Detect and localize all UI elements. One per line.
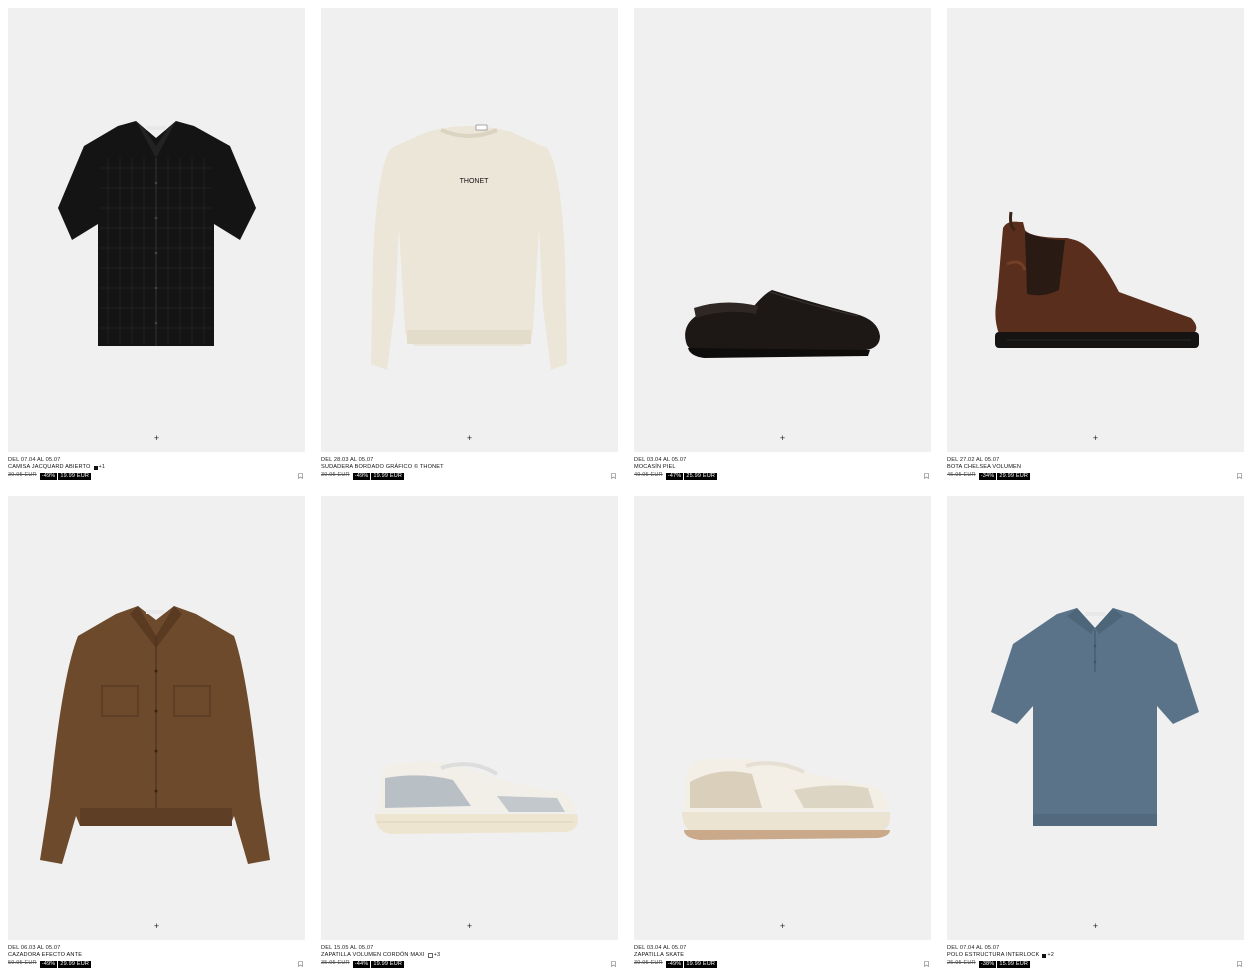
product-info: DEL 28.03 AL 05.07 SUDADERA BORDADO GRÁF…	[321, 457, 618, 480]
discount-badge: -49%	[39, 472, 58, 480]
add-to-cart-icon[interactable]: +	[151, 433, 162, 444]
cream-sweatshirt-image: THONET	[371, 124, 567, 370]
product-dates: DEL 03.04 AL 05.07	[634, 457, 687, 463]
add-to-cart-icon[interactable]: +	[777, 921, 788, 932]
product-info: DEL 27.02 AL 05.07 BOTA CHELSEA VOLUMEN …	[947, 457, 1244, 480]
bookmark-icon[interactable]	[611, 961, 616, 967]
product-image[interactable]: +	[8, 496, 305, 940]
sale-price: 25.99 EUR	[684, 472, 718, 480]
sale-price: 15.99 EUR	[997, 960, 1031, 968]
bookmark-icon[interactable]	[924, 473, 929, 479]
product-info: DEL 07.04 AL 05.07 CAMISA JACQUARD ABIER…	[8, 457, 305, 480]
product-image[interactable]: +	[947, 8, 1244, 452]
discount-badge: -38%	[978, 960, 997, 968]
brown-chelsea-boot-image	[995, 211, 1199, 348]
product-info: DEL 03.04 AL 05.07 ZAPATILLA SKATE 39.95…	[634, 945, 931, 968]
sale-price: 29.99 EUR	[58, 960, 92, 968]
more-colors-count[interactable]: +3	[434, 952, 441, 959]
product-card[interactable]: + DEL 07.04 AL 05.07 CAMISA JACQUARD ABI…	[8, 8, 305, 488]
product-name[interactable]: CAMISA JACQUARD ABIERTO	[8, 464, 91, 471]
add-to-cart-icon[interactable]: +	[777, 433, 788, 444]
color-swatch[interactable]	[427, 953, 433, 959]
product-image[interactable]: +	[321, 496, 618, 940]
add-to-cart-icon[interactable]: +	[1090, 921, 1101, 932]
product-info: DEL 15.05 AL 05.07 ZAPATILLA VOLUMEN COR…	[321, 945, 618, 968]
product-name[interactable]: ZAPATILLA VOLUMEN CORDÓN MAXI	[321, 952, 425, 959]
sale-price: 29.99 EUR	[997, 472, 1031, 480]
bookmark-icon[interactable]	[924, 961, 929, 967]
black-loafer-image	[685, 290, 880, 358]
add-to-cart-icon[interactable]: +	[151, 921, 162, 932]
product-card[interactable]: + DEL 27.02 AL 05.07 BOTA CHELSEA VOLUME…	[947, 8, 1244, 488]
product-card[interactable]: + DEL 06.03 AL 05.07 CAZADORA EFECTO ANT…	[8, 496, 305, 976]
discount-badge: -47%	[665, 472, 684, 480]
product-info: DEL 03.04 AL 05.07 MOCASÍN PIEL 49.95 EU…	[634, 457, 931, 480]
product-info: DEL 07.04 AL 05.07 POLO ESTRUCTURA INTER…	[947, 945, 1244, 968]
original-price: 39.95 EUR	[634, 960, 663, 967]
discount-badge: -49%	[39, 960, 58, 968]
product-card[interactable]: + DEL 07.04 AL 05.07 POLO ESTRUCTURA INT…	[947, 496, 1244, 976]
original-price: 39.95 EUR	[321, 472, 350, 479]
black-shirt-image	[58, 121, 256, 346]
discount-badge: -44%	[352, 960, 371, 968]
original-price: 39.95 EUR	[8, 472, 37, 479]
more-colors-count[interactable]: +1	[99, 464, 106, 471]
product-name[interactable]: BOTA CHELSEA VOLUMEN	[947, 464, 1021, 471]
original-price: 59.95 EUR	[8, 960, 37, 967]
original-price: 25.95 EUR	[947, 960, 976, 967]
sale-price: 19.99 EUR	[371, 472, 405, 480]
product-image[interactable]: +	[634, 8, 931, 452]
product-card[interactable]: THONET + DEL 28.03 AL 05.07 SUDADERA BOR…	[321, 8, 618, 488]
bookmark-icon[interactable]	[1237, 473, 1242, 479]
product-dates: DEL 03.04 AL 05.07	[634, 945, 687, 951]
product-dates: DEL 07.04 AL 05.07	[8, 457, 61, 463]
sale-price: 19.99 EUR	[371, 960, 405, 968]
product-name[interactable]: SUDADERA BORDADO GRÁFICO © THONET	[321, 464, 444, 471]
bookmark-icon[interactable]	[1237, 961, 1242, 967]
product-dates: DEL 07.04 AL 05.07	[947, 945, 1000, 951]
add-to-cart-icon[interactable]: +	[464, 433, 475, 444]
blue-polo-image	[991, 608, 1199, 826]
product-grid: + DEL 07.04 AL 05.07 CAMISA JACQUARD ABI…	[8, 8, 1244, 976]
bookmark-icon[interactable]	[611, 473, 616, 479]
product-image[interactable]: +	[947, 496, 1244, 940]
sale-price: 19.99 EUR	[58, 472, 92, 480]
discount-badge: -34%	[978, 472, 997, 480]
grey-sneaker-image	[375, 761, 578, 834]
discount-badge: -49%	[665, 960, 684, 968]
product-name[interactable]: ZAPATILLA SKATE	[634, 952, 684, 959]
original-price: 35.95 EUR	[321, 960, 350, 967]
beige-skate-sneaker-image	[682, 758, 891, 840]
product-name[interactable]: POLO ESTRUCTURA INTERLOCK	[947, 952, 1039, 959]
product-name[interactable]: MOCASÍN PIEL	[634, 464, 676, 471]
product-dates: DEL 27.02 AL 05.07	[947, 457, 1000, 463]
product-info: DEL 06.03 AL 05.07 CAZADORA EFECTO ANTE …	[8, 945, 305, 968]
product-card[interactable]: + DEL 15.05 AL 05.07 ZAPATILLA VOLUMEN C…	[321, 496, 618, 976]
discount-badge: -49%	[352, 472, 371, 480]
original-price: 45.95 EUR	[947, 472, 976, 479]
color-swatch[interactable]	[1042, 953, 1047, 958]
brown-suede-jacket-image	[40, 606, 270, 864]
product-image[interactable]: +	[8, 8, 305, 452]
sale-price: 19.99 EUR	[684, 960, 718, 968]
product-dates: DEL 06.03 AL 05.07	[8, 945, 61, 951]
product-card[interactable]: + DEL 03.04 AL 05.07 ZAPATILLA SKATE 39.…	[634, 496, 931, 976]
add-to-cart-icon[interactable]: +	[464, 921, 475, 932]
add-to-cart-icon[interactable]: +	[1090, 433, 1101, 444]
bookmark-icon[interactable]	[298, 961, 303, 967]
color-swatch[interactable]	[93, 465, 98, 470]
product-image[interactable]: +	[634, 496, 931, 940]
sweatshirt-print: THONET	[460, 178, 490, 185]
product-name[interactable]: CAZADORA EFECTO ANTE	[8, 952, 82, 959]
more-colors-count[interactable]: +2	[1047, 952, 1054, 959]
original-price: 49.95 EUR	[634, 472, 663, 479]
product-card[interactable]: + DEL 03.04 AL 05.07 MOCASÍN PIEL 49.95 …	[634, 8, 931, 488]
product-image[interactable]: THONET +	[321, 8, 618, 452]
bookmark-icon[interactable]	[298, 473, 303, 479]
